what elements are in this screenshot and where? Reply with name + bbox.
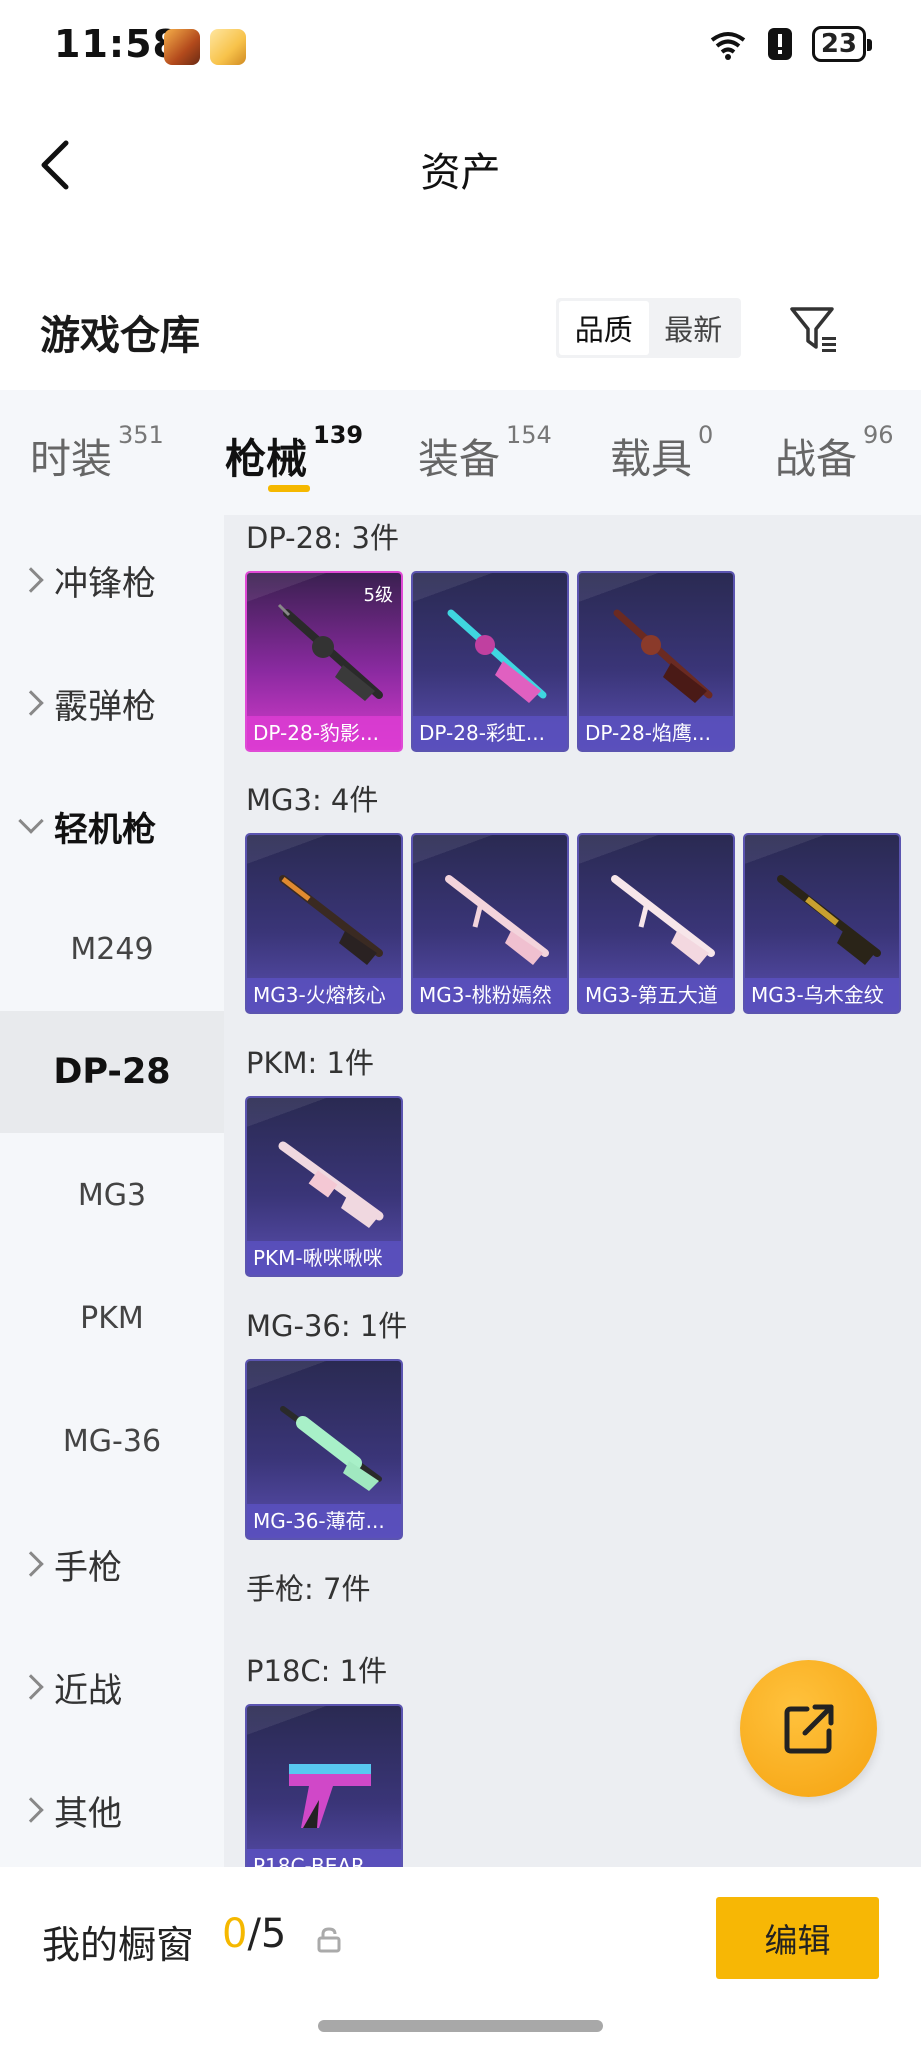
pistol-icon <box>289 1764 371 1828</box>
home-indicator[interactable] <box>318 2020 603 2032</box>
tab-firearms[interactable]: 枪械 139 <box>225 421 363 485</box>
share-fab-button[interactable] <box>740 1660 877 1797</box>
chevron-right-icon <box>18 1797 44 1823</box>
sidebar-item-pistol[interactable]: 手枪 <box>0 1503 224 1625</box>
group-label-dp28: DP-28: 3件 <box>246 521 399 555</box>
skin-name: MG3-桃粉嫣然 <box>413 978 567 1012</box>
chevron-down-icon <box>18 808 44 834</box>
lmg-icon <box>279 875 383 965</box>
sidebar-item-lmg[interactable]: 轻机枪 <box>0 765 224 887</box>
group-label-pistol: 手枪: 7件 <box>246 1572 371 1606</box>
skin-card[interactable]: PKM-啾咪啾咪 <box>245 1096 403 1277</box>
status-icons: 23 <box>708 24 873 64</box>
game-app-icon <box>164 29 200 65</box>
group-label-mg36: MG-36: 1件 <box>246 1309 408 1343</box>
tab-fashion[interactable]: 时装 351 <box>30 421 164 485</box>
wifi-icon <box>708 24 748 64</box>
warehouse-header: 游戏仓库 品质 最新 <box>0 235 921 390</box>
game-app-icon-2 <box>210 29 246 65</box>
group-label-mg3: MG3: 4件 <box>246 783 379 817</box>
lmg-icon <box>445 875 549 965</box>
sidebar-item-mg36[interactable]: MG-36 <box>0 1380 224 1502</box>
skin-card[interactable]: P18C-BEAR... <box>245 1704 403 1867</box>
sidebar-item-dp28[interactable]: DP-28 <box>0 1011 224 1133</box>
skin-name: MG3-第五大道 <box>579 978 733 1012</box>
lmg-icon <box>611 875 715 965</box>
skin-card[interactable]: MG-36-薄荷... <box>245 1359 403 1540</box>
lmg-icon <box>613 609 713 703</box>
warehouse-title: 游戏仓库 <box>40 313 200 359</box>
tab-vehicles[interactable]: 载具 0 <box>610 421 713 485</box>
sidebar-item-mg3[interactable]: MG3 <box>0 1134 224 1256</box>
status-time: 11:58 <box>54 22 180 66</box>
showcase-count: 0/5 <box>222 1911 287 1957</box>
sort-toggle: 品质 最新 <box>556 298 741 358</box>
skin-name: MG3-火熔核心 <box>247 978 401 1012</box>
lmg-icon <box>777 875 881 965</box>
category-tabs: 时装 351 枪械 139 装备 154 载具 0 战备 96 <box>0 390 921 515</box>
skin-name: DP-28-彩虹... <box>413 716 567 750</box>
chevron-right-icon <box>18 690 44 716</box>
skin-card[interactable]: MG3-第五大道 <box>577 833 735 1014</box>
skin-card[interactable]: DP-28-焰鹰... <box>577 571 735 752</box>
lmg-icon <box>447 609 547 703</box>
status-bar: 11:58 23 <box>0 0 921 95</box>
alert-icon <box>760 24 800 64</box>
active-tab-indicator <box>268 485 310 492</box>
sidebar-item-shotgun[interactable]: 霰弹枪 <box>0 642 224 764</box>
skin-card[interactable]: MG3-桃粉嫣然 <box>411 833 569 1014</box>
skin-name: P18C-BEAR... <box>247 1849 401 1867</box>
battery-indicator: 23 <box>811 26 873 62</box>
sidebar-item-smg[interactable]: 冲锋枪 <box>0 519 224 641</box>
skin-name: DP-28-焰鹰... <box>579 716 733 750</box>
filter-icon <box>790 307 836 352</box>
lmg-icon <box>280 1406 382 1491</box>
sort-newest-button[interactable]: 最新 <box>649 301 739 355</box>
page-title: 资产 <box>420 150 501 196</box>
skin-name: DP-28-豹影... <box>247 716 401 750</box>
skin-card[interactable]: DP-28-彩虹... <box>411 571 569 752</box>
skin-name: PKM-啾咪啾咪 <box>247 1241 401 1275</box>
filter-button[interactable] <box>786 301 842 357</box>
chevron-right-icon <box>18 1674 44 1700</box>
chevron-right-icon <box>18 567 44 593</box>
skin-name: MG-36-薄荷... <box>247 1504 401 1538</box>
edit-button[interactable]: 编辑 <box>716 1897 879 1979</box>
external-link-icon <box>784 1704 833 1753</box>
chevron-right-icon <box>18 1551 44 1577</box>
sort-quality-button[interactable]: 品质 <box>559 301 649 355</box>
sidebar-item-melee[interactable]: 近战 <box>0 1626 224 1748</box>
showcase-title: 我的橱窗 <box>42 1923 195 1967</box>
app-header: 资产 <box>0 95 921 235</box>
skin-card[interactable]: 5级 DP-28-豹影... <box>245 571 403 752</box>
group-label-pkm: PKM: 1件 <box>246 1046 374 1080</box>
lmg-icon <box>278 1141 384 1228</box>
group-label-p18c: P18C: 1件 <box>246 1654 388 1688</box>
tab-equipment[interactable]: 装备 154 <box>418 421 552 485</box>
skin-card[interactable]: MG3-火熔核心 <box>245 833 403 1014</box>
lmg-icon <box>277 603 383 701</box>
weapon-category-sidebar: 冲锋枪 霰弹枪 轻机枪 M249 DP-28 MG3 PKM MG-36 手枪 … <box>0 515 224 1867</box>
tab-gear[interactable]: 战备 96 <box>775 421 894 485</box>
sidebar-item-m249[interactable]: M249 <box>0 888 224 1010</box>
skin-card[interactable]: MG3-乌木金纹 <box>743 833 901 1014</box>
showcase-bar: 我的橱窗 0/5 编辑 <box>0 1867 921 2050</box>
sidebar-item-pkm[interactable]: PKM <box>0 1257 224 1379</box>
skin-name: MG3-乌木金纹 <box>745 978 899 1012</box>
sidebar-item-other[interactable]: 其他 <box>0 1749 224 1871</box>
lock-icon <box>317 1927 341 1953</box>
